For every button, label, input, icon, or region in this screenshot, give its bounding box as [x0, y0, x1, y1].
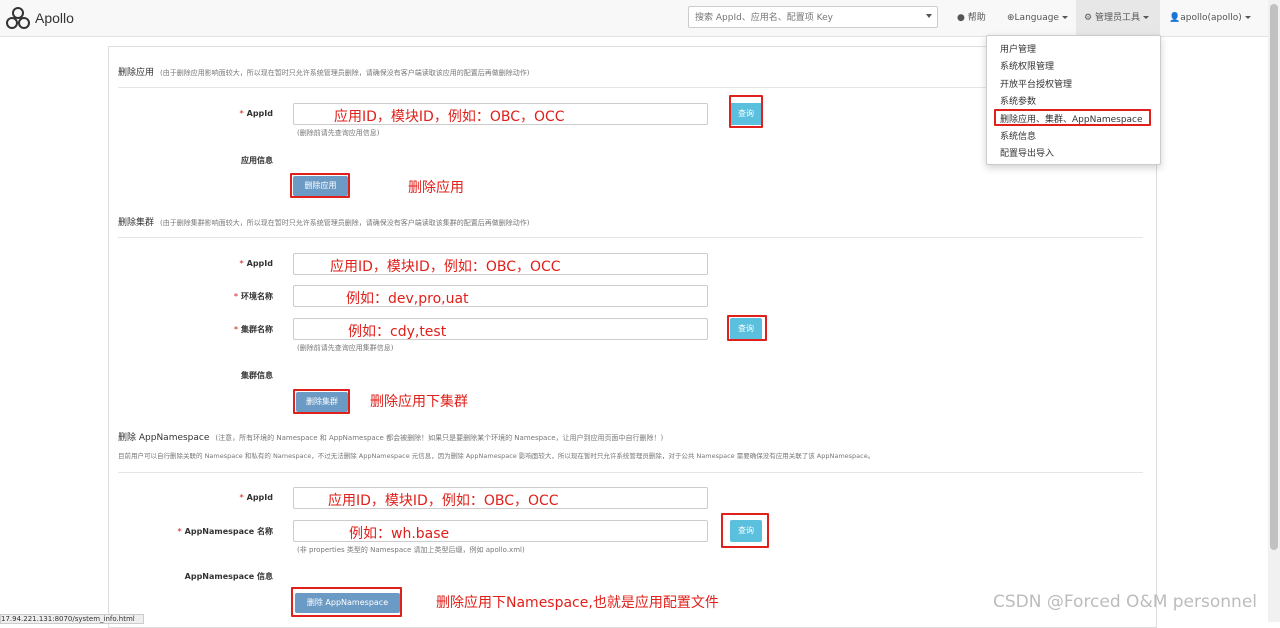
namespace-hint: (非 properties 类型的 Namespace 请加上类型后缀，例如 a…: [297, 546, 525, 554]
divider: [118, 472, 1143, 473]
highlight-box: [994, 109, 1151, 126]
chevron-down-icon[interactable]: [926, 14, 932, 18]
cluster-appid-label: * AppId: [239, 259, 273, 268]
cluster-appid-input[interactable]: 应用ID，模块ID，例如：OBC，OCC: [293, 253, 708, 275]
delete-app-section-title: 删除应用 (由于删除应用影响面较大，所以现在暂时只允许系统管理员删除，请确保没有客…: [118, 65, 529, 78]
delete-namespace-note: (注意，所有环境的 Namespace 和 AppNamespace 都会被删除…: [215, 434, 664, 442]
appid-input-value: 应用ID，模块ID，例如：OBC，OCC: [334, 109, 565, 125]
env-label: * 环境名称: [233, 292, 273, 301]
caret-down-icon: [1061, 16, 1068, 19]
menu-item-config-export-import[interactable]: 配置导出导入: [1000, 146, 1054, 159]
highlight-box: [291, 587, 402, 617]
ns-name-input[interactable]: 例如：wh.base: [293, 520, 708, 542]
divider: [118, 237, 1143, 238]
highlight-box: [729, 95, 763, 128]
ns-name-label: * AppNamespace 名称: [177, 527, 273, 536]
annotation-delete-app: 删除应用: [408, 180, 464, 196]
language-label: Language: [1014, 13, 1059, 23]
ns-name-input-value: 例如：wh.base: [349, 526, 450, 542]
user-label: apollo(apollo): [1180, 13, 1242, 23]
appid-label: * AppId: [239, 109, 273, 118]
user-dropdown[interactable]: 👤apollo(apollo): [1169, 0, 1251, 36]
ns-appid-input-value: 应用ID，模块ID，例如：OBC，OCC: [328, 493, 559, 509]
app-info-label: 应用信息: [241, 156, 273, 165]
globe-icon: ⊕: [1007, 13, 1015, 23]
question-circle-icon: ●: [957, 13, 965, 23]
search-input[interactable]: [693, 8, 912, 28]
ns-appid-input[interactable]: 应用ID，模块ID，例如：OBC，OCC: [293, 487, 708, 509]
status-url-bar: 17.94.221.131:8070/system_info.html: [0, 614, 144, 624]
scrollbar-thumb[interactable]: [1270, 4, 1278, 550]
cluster-name-input[interactable]: 例如：cdy,test: [293, 318, 708, 340]
caret-down-icon: [1244, 16, 1251, 19]
brand-name: Apollo: [35, 10, 74, 26]
highlight-box: [721, 513, 769, 548]
gear-icon: ⚙: [1084, 13, 1093, 23]
cluster-name-label: * 集群名称: [233, 325, 273, 334]
caret-down-icon: [1142, 16, 1149, 19]
delete-app-note: (由于删除应用影响面较大，所以现在暂时只允许系统管理员删除，请确保没有客户端读取…: [160, 69, 530, 77]
delete-cluster-title: 删除集群: [118, 218, 155, 228]
user-icon: 👤: [1169, 13, 1181, 23]
highlight-box: [290, 173, 350, 198]
delete-app-title: 删除应用: [118, 68, 155, 78]
delete-namespace-section-title: 删除 AppNamespace (注意，所有环境的 Namespace 和 App…: [118, 430, 663, 443]
ns-info-label: AppNamespace 信息: [184, 572, 273, 581]
highlight-box: [293, 389, 350, 414]
delete-namespace-desc: 目前用户可以自行删除关联的 Namespace 和私有的 Namespace，不…: [118, 452, 875, 460]
apollo-logo-icon: [6, 7, 30, 29]
env-input[interactable]: 例如：dev,pro,uat: [293, 285, 708, 307]
watermark: CSDN @Forced O&M personnel: [993, 592, 1257, 612]
language-dropdown[interactable]: ⊕Language: [1007, 0, 1068, 36]
admin-tools-menu: 用户管理 系统权限管理 开放平台授权管理 系统参数 删除应用、集群、AppNam…: [986, 35, 1161, 165]
menu-item-system-permission[interactable]: 系统权限管理: [1000, 59, 1054, 72]
annotation-delete-cluster: 删除应用下集群: [370, 394, 468, 410]
env-input-value: 例如：dev,pro,uat: [346, 291, 469, 307]
menu-item-user-management[interactable]: 用户管理: [1000, 42, 1036, 55]
delete-cluster-section-title: 删除集群 (由于删除集群影响面较大，所以现在暂时只允许系统管理员删除，请确保没有客…: [118, 215, 529, 228]
menu-item-open-platform-auth[interactable]: 开放平台授权管理: [1000, 77, 1072, 90]
cluster-info-label: 集群信息: [241, 371, 273, 380]
annotation-delete-namespace: 删除应用下Namespace,也就是应用配置文件: [436, 595, 719, 611]
menu-item-system-params[interactable]: 系统参数: [1000, 94, 1036, 107]
delete-cluster-note: (由于删除集群影响面较大，所以现在暂时只允许系统管理员删除，请确保没有客户端读取…: [160, 219, 530, 227]
delete-namespace-title: 删除 AppNamespace: [118, 433, 210, 443]
app-hint: (删除前请先查询应用信息): [297, 129, 380, 137]
highlight-box: [727, 315, 767, 341]
search-select[interactable]: [688, 6, 938, 28]
appid-input[interactable]: 应用ID，模块ID，例如：OBC，OCC: [293, 103, 708, 125]
help-link[interactable]: ● 帮助: [957, 0, 986, 36]
cluster-hint: (删除前请先查询应用集群信息): [297, 344, 394, 352]
top-navbar: Apollo ● 帮助 ⊕Language ⚙ 管理员工具 👤apollo(ap…: [0, 0, 1268, 37]
help-label: 帮助: [967, 13, 986, 23]
vertical-scrollbar[interactable]: [1268, 0, 1280, 622]
cluster-name-input-value: 例如：cdy,test: [348, 324, 447, 340]
admin-tools-label: 管理员工具: [1094, 13, 1140, 23]
menu-item-system-info[interactable]: 系统信息: [1000, 129, 1036, 142]
apollo-logo[interactable]: Apollo: [5, 6, 74, 30]
ns-appid-label: * AppId: [239, 493, 273, 502]
admin-tools-dropdown[interactable]: ⚙ 管理员工具: [1076, 0, 1160, 36]
cluster-appid-input-value: 应用ID，模块ID，例如：OBC，OCC: [330, 259, 561, 275]
